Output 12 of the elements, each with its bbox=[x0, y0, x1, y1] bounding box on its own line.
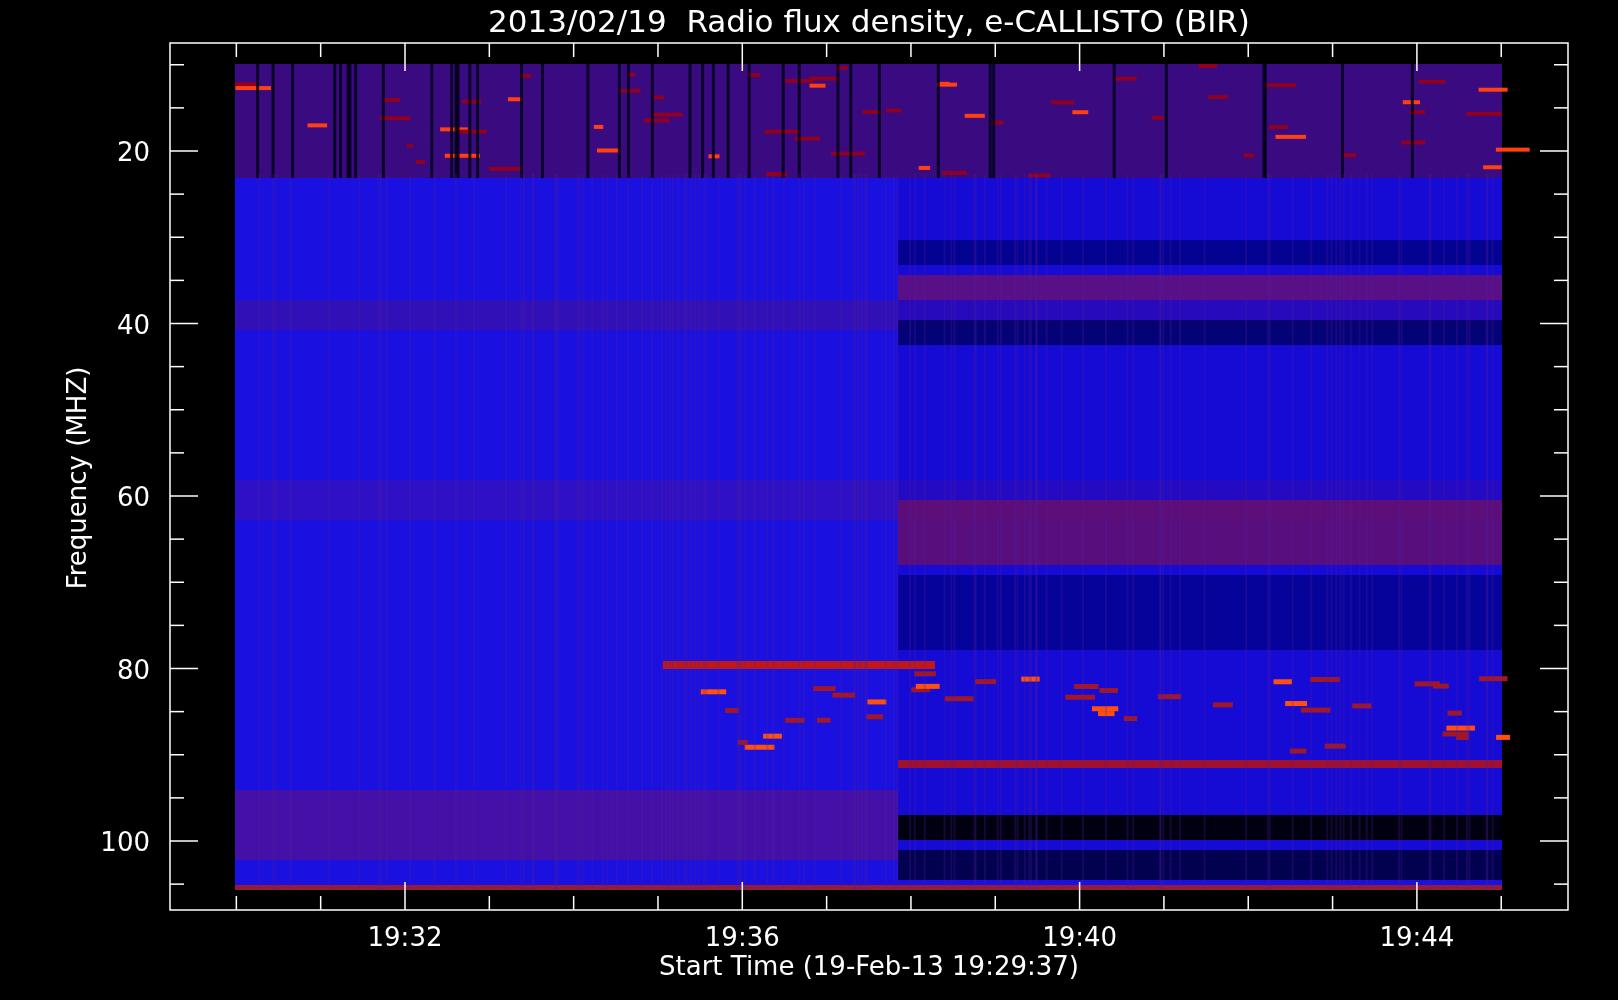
x-axis-title: Start Time (19-Feb-13 19:29:37) bbox=[659, 951, 1079, 981]
x-tick-label: 19:36 bbox=[704, 922, 780, 952]
y-axis-title: Frequency (MHZ) bbox=[62, 366, 92, 590]
x-tick-label: 19:40 bbox=[1042, 922, 1118, 952]
x-tick-label: 19:44 bbox=[1379, 922, 1455, 952]
chart-title: 2013/02/19 Radio flux density, e-CALLISTO (BIR) bbox=[488, 3, 1250, 39]
y-tick-label: 20 bbox=[116, 137, 150, 167]
y-tick-label: 40 bbox=[116, 309, 150, 340]
x-tick-label: 19:32 bbox=[367, 922, 443, 952]
y-tick-label: 60 bbox=[116, 482, 150, 512]
y-tick-label: 80 bbox=[116, 654, 150, 685]
y-tick-label: 100 bbox=[100, 827, 150, 857]
